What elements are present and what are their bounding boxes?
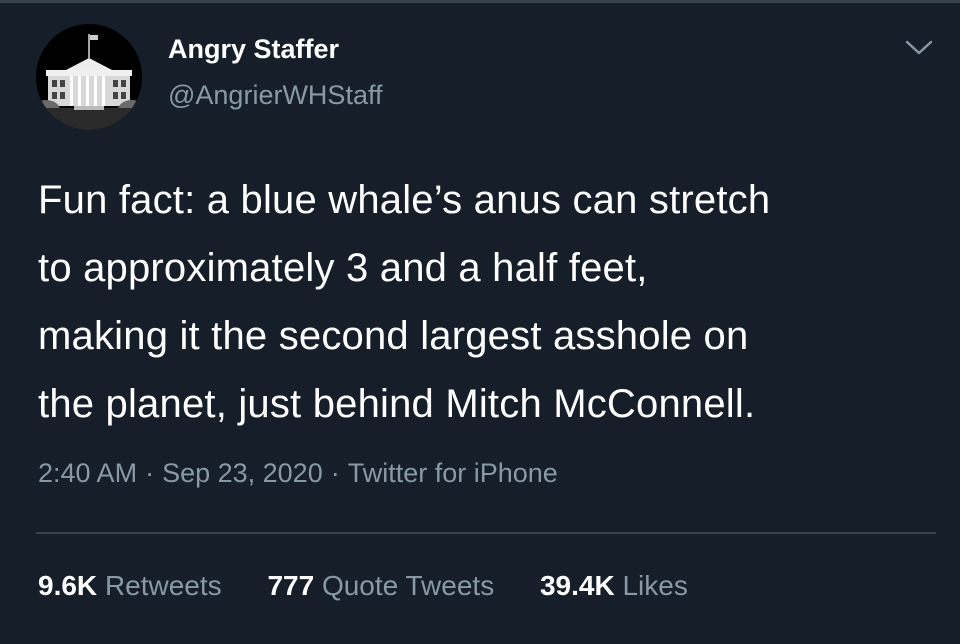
- likes-label: Likes: [622, 570, 688, 601]
- retweets-stat[interactable]: 9.6K Retweets: [38, 570, 222, 602]
- tweet-date[interactable]: Sep 23, 2020: [162, 458, 323, 488]
- tweet-text-line: the planet, just behind Mitch McConnell.: [38, 382, 756, 426]
- tweet-stats: 9.6K Retweets 777 Quote Tweets 39.4K Lik…: [38, 570, 726, 602]
- divider: [36, 532, 936, 534]
- likes-count: 39.4K: [539, 570, 615, 601]
- likes-stat[interactable]: 39.4K Likes: [540, 570, 688, 602]
- retweets-count: 9.6K: [38, 570, 98, 601]
- tweet-text-line: to approximately 3 and a half feet,: [38, 246, 648, 290]
- tweet-text: Fun fact: a blue whale’s anus can stretc…: [38, 166, 938, 438]
- user-handle[interactable]: @AngrierWHStaff: [168, 80, 382, 111]
- retweets-label: Retweets: [104, 570, 222, 601]
- tweet-text-line: making it the second largest asshole on: [38, 314, 749, 358]
- chevron-down-icon[interactable]: [904, 36, 934, 58]
- top-border: [0, 0, 960, 3]
- tweet-time[interactable]: 2:40 AM: [38, 458, 137, 488]
- tweet-text-line: Fun fact: a blue whale’s anus can stretc…: [38, 178, 771, 222]
- display-name[interactable]: Angry Staffer: [168, 34, 339, 65]
- quote-tweets-stat[interactable]: 777 Quote Tweets: [267, 570, 494, 602]
- white-house-icon: [36, 24, 142, 130]
- tweet-meta: 2:40 AM · Sep 23, 2020 · Twitter for iPhone: [38, 458, 558, 489]
- tweet-source[interactable]: Twitter for iPhone: [348, 458, 558, 488]
- meta-separator: ·: [145, 458, 155, 488]
- avatar[interactable]: [36, 24, 142, 130]
- quote-tweets-count: 777: [267, 570, 315, 601]
- meta-separator: ·: [330, 458, 340, 488]
- tweet-card: Angry Staffer @AngrierWHStaff Fun fact: …: [0, 0, 960, 644]
- quote-tweets-label: Quote Tweets: [321, 570, 495, 601]
